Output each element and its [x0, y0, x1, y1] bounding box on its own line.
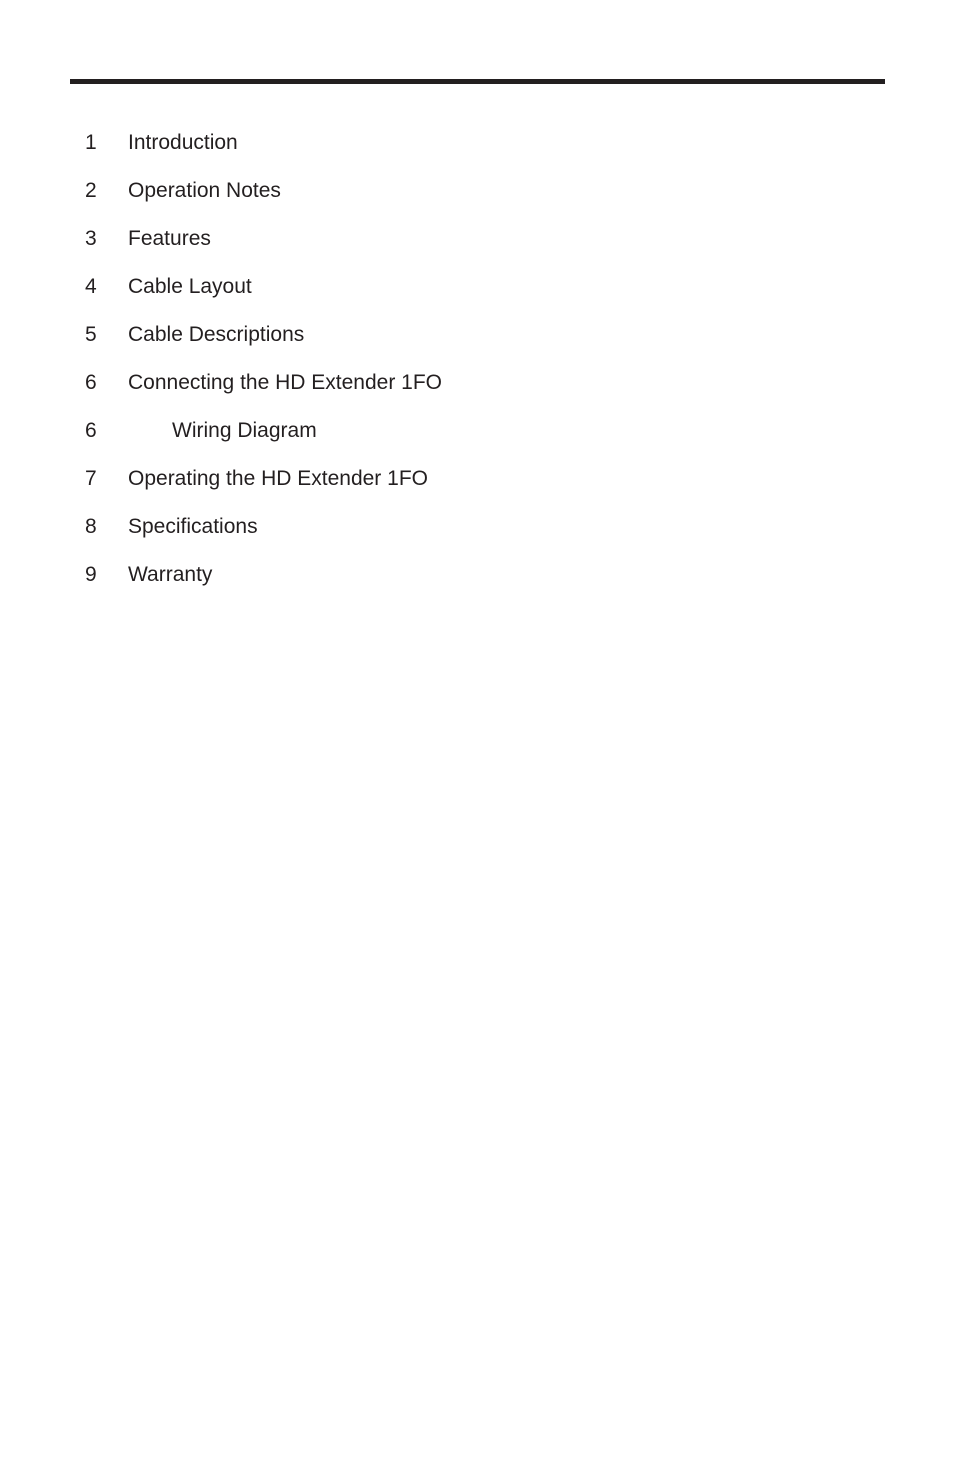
- toc-entry-number: 3: [85, 227, 97, 250]
- toc-entry-label: Warranty: [128, 563, 213, 586]
- toc-entry-label: Operating the HD Extender 1FO: [128, 467, 428, 490]
- table-of-contents: 1 Introduction 2 Operation Notes 3 Features 4 C…: [0, 119, 954, 599]
- toc-entry-label: Wiring Diagram: [172, 419, 317, 442]
- toc-entry-number: 7: [85, 467, 97, 490]
- toc-entry[interactable]: 4 Cable Layout: [0, 263, 954, 311]
- toc-entry-number: 6: [85, 371, 97, 394]
- toc-entry[interactable]: 3 Features: [0, 215, 954, 263]
- toc-entry-number: 8: [85, 515, 97, 538]
- toc-entry[interactable]: 7 Operating the HD Extender 1FO: [0, 455, 954, 503]
- toc-entry-label: Introduction: [128, 131, 238, 154]
- header-rule: [70, 79, 885, 84]
- toc-entry[interactable]: 6 Connecting the HD Extender 1FO: [0, 359, 954, 407]
- toc-entry-number: 5: [85, 323, 97, 346]
- toc-entry-number: 9: [85, 563, 97, 586]
- toc-entry[interactable]: 1 Introduction: [0, 119, 954, 167]
- toc-entry-number: 6: [85, 419, 97, 442]
- toc-entry-number: 4: [85, 275, 97, 298]
- toc-entry[interactable]: 9 Warranty: [0, 551, 954, 599]
- toc-entry-label: Cable Layout: [128, 275, 252, 298]
- toc-entry-number: 1: [85, 131, 97, 154]
- toc-entry-label: Cable Descriptions: [128, 323, 305, 346]
- toc-entry-label: Connecting the HD Extender 1FO: [128, 371, 442, 394]
- toc-entry[interactable]: 2 Operation Notes: [0, 167, 954, 215]
- toc-entry-number: 2: [85, 179, 97, 202]
- toc-entry[interactable]: 6 Wiring Diagram: [0, 407, 954, 455]
- toc-entry-label: Features: [128, 227, 211, 250]
- toc-entry[interactable]: 5 Cable Descriptions: [0, 311, 954, 359]
- document-page: 1 Introduction 2 Operation Notes 3 Features 4 C…: [0, 0, 954, 1475]
- toc-entry-label: Operation Notes: [128, 179, 281, 202]
- toc-entry[interactable]: 8 Specifications: [0, 503, 954, 551]
- toc-entry-label: Specifications: [128, 515, 258, 538]
